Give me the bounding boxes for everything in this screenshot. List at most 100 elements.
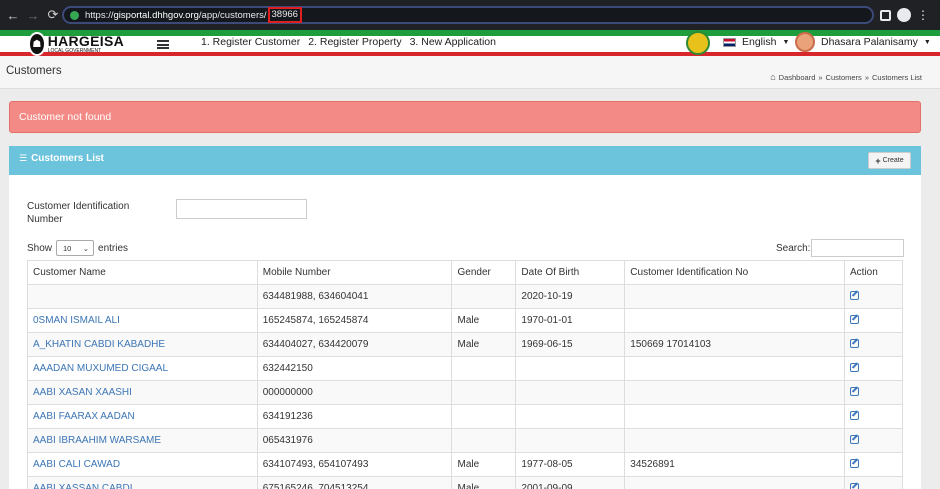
- address-bar[interactable]: https://gisportal.dhhgov.org/app/custome…: [62, 6, 874, 24]
- edit-icon[interactable]: [850, 386, 860, 396]
- action-cell: [844, 404, 903, 429]
- breadcrumb-customers-list: Customers List: [871, 72, 922, 82]
- app-header: ☗ HARGEISA LOCAL GOVERNMENT 1. Register …: [0, 30, 940, 56]
- entries-value: 10: [63, 243, 72, 253]
- browser-menu-icon[interactable]: ⋮: [917, 9, 929, 21]
- table-row: A_KHATIN CABDI KABADHE 634404027, 6344200…: [27, 332, 903, 357]
- table-body: 634481988, 634604041 2020-10-19 0SMAN ISMA…: [27, 284, 903, 489]
- browser-toolbar: ← → ⟳ https://gisportal.dhhgov.org/app/c…: [0, 0, 940, 30]
- action-cell: [844, 356, 903, 381]
- search-label: Search:: [776, 242, 811, 254]
- customer-name-cell[interactable]: AABI XASAN XAASHI: [27, 380, 258, 405]
- date-of-birth-cell: 1969-06-15: [515, 332, 626, 357]
- edit-icon[interactable]: [850, 338, 860, 348]
- column-header-mobile-number[interactable]: Mobile Number: [256, 260, 453, 285]
- table-row: AABI XASAN XAASHI 000000000: [27, 380, 903, 405]
- mobile-number-cell: 634191236: [256, 404, 453, 429]
- search-input[interactable]: [811, 239, 905, 257]
- table-search: Search:: [776, 239, 905, 257]
- gender-cell: Male: [451, 476, 517, 489]
- plus-icon: +: [875, 155, 881, 166]
- logo-emblem-icon: ☗: [28, 32, 46, 56]
- caret-down-icon: ▼: [923, 38, 931, 46]
- date-of-birth-cell: 1970-01-01: [515, 308, 626, 333]
- column-header-gender[interactable]: Gender: [451, 260, 517, 285]
- gender-cell: [451, 428, 517, 453]
- hamburger-menu-icon[interactable]: [157, 40, 169, 49]
- uk-flag-icon: [723, 37, 736, 47]
- date-of-birth-cell: [515, 428, 626, 453]
- gender-cell: [451, 380, 517, 405]
- edit-icon[interactable]: [850, 290, 860, 300]
- customer-name-cell[interactable]: AABI FAARAX AADAN: [27, 404, 258, 429]
- top-nav-menu: 1. Register Customer 2. Register Propert…: [201, 36, 496, 48]
- avatar: [795, 32, 815, 52]
- back-arrow-icon[interactable]: ←: [4, 6, 22, 24]
- date-of-birth-cell: [515, 404, 626, 429]
- customer-name-cell[interactable]: AAADAN MUXUMED CIGAAL: [27, 356, 258, 381]
- user-name: Dhasara Palanisamy: [821, 36, 918, 48]
- customer-name-cell[interactable]: [27, 284, 258, 309]
- identification-no-cell: [624, 308, 846, 333]
- user-menu[interactable]: Dhasara Palanisamy ▼: [795, 32, 931, 52]
- customer-name-cell[interactable]: A_KHATIN CABDI KABADHE: [27, 332, 258, 357]
- customer-id-filter-input[interactable]: [176, 199, 307, 219]
- entries-select[interactable]: 10 ⌄: [56, 240, 95, 256]
- page-title: Customers: [6, 65, 62, 77]
- action-cell: [844, 452, 903, 477]
- edit-icon[interactable]: [850, 362, 860, 372]
- edit-icon[interactable]: [850, 458, 860, 468]
- reload-icon[interactable]: ⟳: [44, 6, 62, 24]
- column-header-identification-no[interactable]: Customer Identification No: [624, 260, 846, 285]
- action-cell: [844, 308, 903, 333]
- breadcrumb-customers[interactable]: Customers: [826, 73, 862, 82]
- side-panel-icon[interactable]: [880, 9, 891, 21]
- breadcrumb-dashboard[interactable]: Dashboard: [779, 73, 816, 82]
- identification-no-cell: [624, 428, 846, 453]
- url-path: /app/customers/: [198, 9, 267, 21]
- language-dropdown[interactable]: English ▼: [723, 36, 789, 48]
- profile-icon[interactable]: [897, 8, 911, 22]
- customer-name-cell[interactable]: AABI CALI CAWAD: [27, 452, 258, 477]
- select-caret-icon: ⌄: [82, 243, 90, 253]
- menu-register-customer[interactable]: 1. Register Customer: [201, 36, 300, 48]
- mobile-number-cell: 165245874, 165245874: [256, 308, 453, 333]
- customer-name-cell[interactable]: AABI XASSAN CABDI: [27, 476, 258, 489]
- edit-icon[interactable]: [850, 314, 860, 324]
- customer-name-cell[interactable]: AABI IBRAAHIM WARSAME: [27, 428, 258, 453]
- card-title: Customers List: [31, 153, 104, 164]
- list-icon: ☰: [19, 153, 28, 163]
- url-customer-id: 38966: [267, 7, 302, 23]
- breadcrumb-separator: »: [864, 72, 869, 82]
- caret-down-icon: ▼: [782, 38, 790, 46]
- date-of-birth-cell: 1977-08-05: [515, 452, 626, 477]
- content-header: Customers ⌂ Dashboard » Customers » Cust…: [0, 56, 940, 89]
- mobile-number-cell: 632442150: [256, 356, 453, 381]
- secure-lock-icon[interactable]: [70, 10, 79, 20]
- forward-arrow-icon[interactable]: →: [24, 6, 42, 24]
- identification-no-cell: [624, 380, 846, 405]
- date-of-birth-cell: [515, 380, 626, 405]
- action-cell: [844, 380, 903, 405]
- menu-new-application[interactable]: 3. New Application: [410, 36, 496, 48]
- column-header-customer-name[interactable]: Customer Name: [27, 260, 258, 285]
- edit-icon[interactable]: [850, 410, 860, 420]
- identification-no-cell: 150669 17014103: [624, 332, 846, 357]
- edit-icon[interactable]: [850, 482, 860, 489]
- hargeisa-logo[interactable]: ☗ HARGEISA LOCAL GOVERNMENT: [28, 32, 124, 56]
- identification-no-cell: [624, 404, 846, 429]
- gender-cell: [451, 356, 517, 381]
- date-of-birth-cell: 2020-10-19: [515, 284, 626, 309]
- edit-icon[interactable]: [850, 434, 860, 444]
- action-cell: [844, 284, 903, 309]
- column-header-date-of-birth[interactable]: Date Of Birth: [515, 260, 626, 285]
- mobile-number-cell: 634404027, 634420079: [256, 332, 453, 357]
- date-of-birth-cell: 2001-09-09: [515, 476, 626, 489]
- menu-register-property[interactable]: 2. Register Property: [308, 36, 401, 48]
- customer-name-cell[interactable]: 0SMAN ISMAIL ALI: [27, 308, 258, 333]
- create-button[interactable]: + Create: [868, 152, 911, 169]
- action-cell: [844, 476, 903, 489]
- url-host: gisportal.dhhgov.org: [113, 9, 199, 21]
- customers-list-card: ☰ Customers List + Create Customer Ident…: [9, 146, 921, 489]
- language-label: English: [742, 36, 777, 48]
